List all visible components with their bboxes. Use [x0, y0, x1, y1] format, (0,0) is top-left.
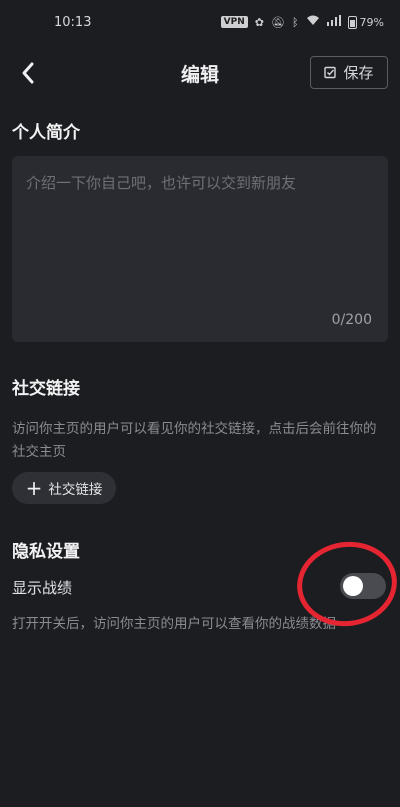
mute-icon: 🔕︎ — [270, 15, 285, 29]
bio-textarea[interactable]: 介绍一下你自己吧，也许可以交到新朋友 0/200 — [12, 156, 388, 342]
settings-icon: ✿ — [254, 15, 264, 29]
bio-char-counter: 0/200 — [331, 312, 372, 328]
bio-placeholder: 介绍一下你自己吧，也许可以交到新朋友 — [26, 174, 297, 192]
battery-level: 79% — [359, 15, 384, 29]
plus-icon: + — [25, 476, 43, 500]
battery-indicator: 79% — [347, 15, 384, 29]
social-section-title: 社交链接 — [12, 379, 80, 399]
edit-check-icon — [324, 66, 337, 79]
header: 编辑 保存 — [0, 50, 400, 96]
add-social-label: 社交链接 — [48, 482, 103, 498]
status-time: 10:13 — [54, 14, 92, 30]
signal-icon — [326, 15, 341, 29]
social-description: 访问你主页的用户可以看见你的社交链接，点击后会前往你的社交主页 — [12, 421, 377, 460]
wifi-icon — [306, 15, 320, 29]
status-bar: 10:13 VPN ✿ 🔕︎ ᛒ 79% — [0, 0, 400, 44]
add-social-link-button[interactable]: + 社交链接 — [12, 472, 116, 504]
battery-icon — [347, 15, 357, 29]
show-record-label: 显示战绩 — [12, 579, 73, 597]
bluetooth-icon: ᛒ — [291, 15, 299, 29]
bio-section-title: 个人简介 — [12, 123, 80, 143]
show-record-description: 打开开关后，访问你主页的用户可以查看你的战绩数据 — [12, 616, 336, 632]
privacy-section-title: 隐私设置 — [12, 542, 80, 562]
save-button[interactable]: 保存 — [310, 56, 388, 89]
vpn-badge: VPN — [220, 16, 248, 28]
save-label: 保存 — [343, 64, 374, 82]
status-icons: VPN ✿ 🔕︎ ᛒ 79% — [220, 15, 384, 29]
